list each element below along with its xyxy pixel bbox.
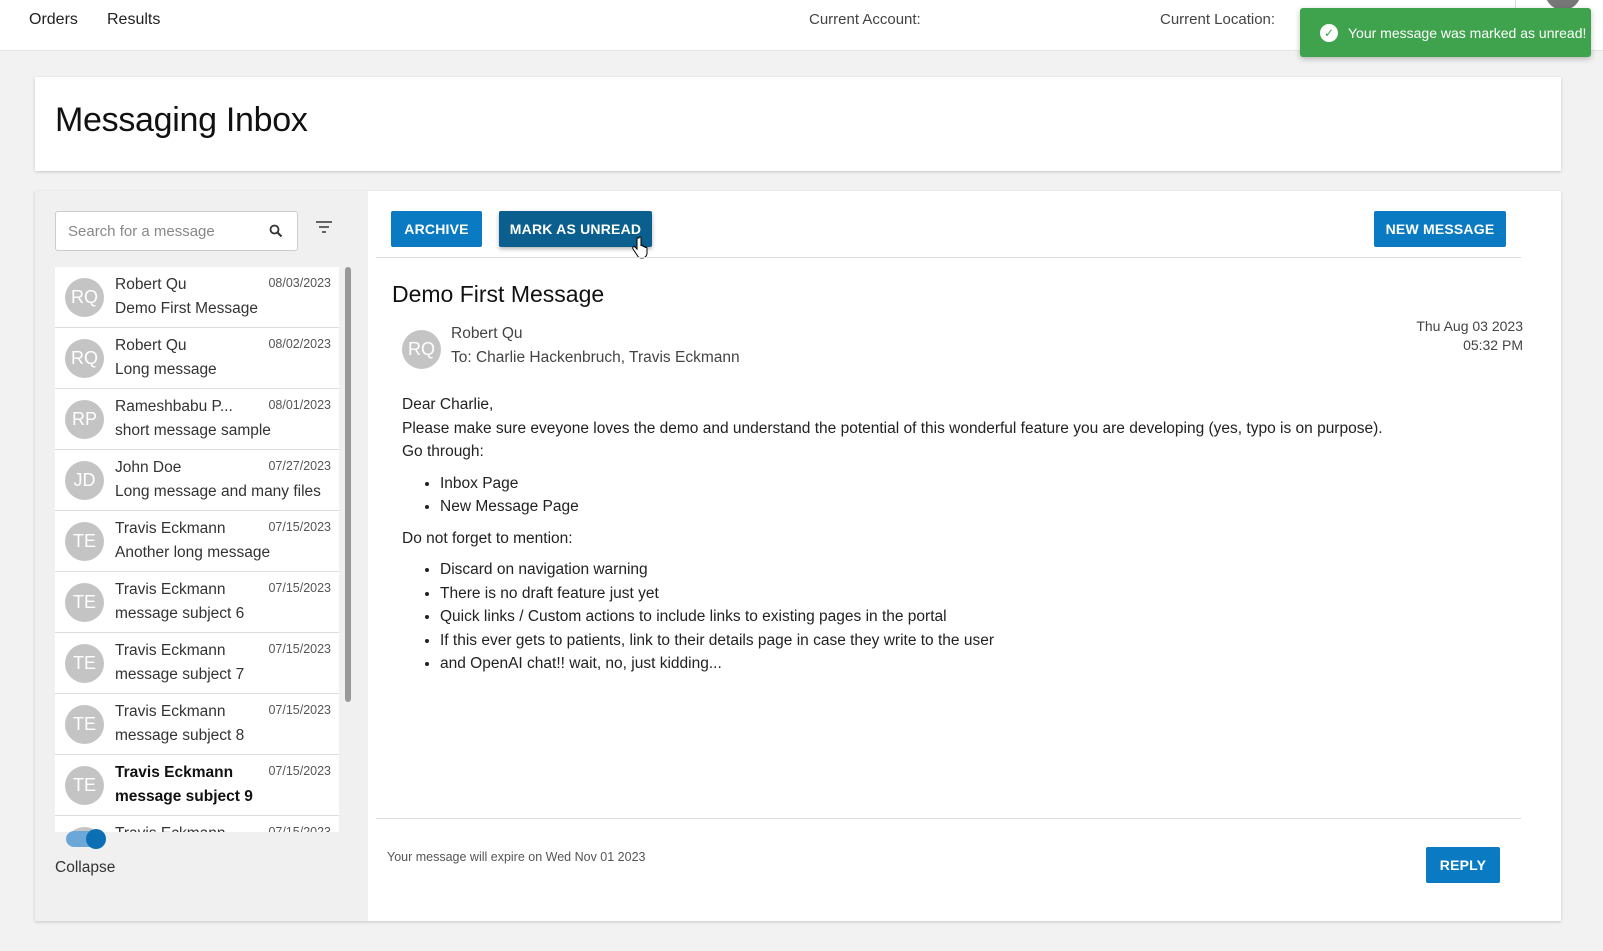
body-list: Discard on navigation warning There is n… — [440, 558, 1512, 676]
list-item: Quick links / Custom actions to include … — [440, 605, 1512, 629]
avatar: TE — [65, 522, 104, 561]
avatar: TE — [65, 705, 104, 744]
list-item: Discard on navigation warning — [440, 558, 1512, 582]
message-sender: Robert Qu — [115, 276, 187, 293]
message-sender: Travis Eckmann — [115, 581, 226, 598]
nav-orders-link[interactable]: Orders — [29, 11, 78, 29]
message-list-item[interactable]: RP Rameshbabu P... 08/01/2023 short message… — [55, 389, 339, 450]
collapse-label: Collapse — [55, 859, 116, 876]
message-detail: ARCHIVE MARK AS UNREAD NEW MESSAGE Demo … — [368, 191, 1561, 921]
expire-text: Your message will expire on Wed Nov 01 2… — [387, 850, 646, 864]
message-date: Thu Aug 03 2023 05:32 PM — [1416, 317, 1523, 355]
message-subject: Demo First Message — [115, 300, 258, 317]
message-list-item[interactable]: RQ Robert Qu 08/03/2023 Demo First Message — [55, 267, 339, 328]
header-card: Messaging Inbox — [35, 77, 1561, 171]
search-box — [55, 211, 298, 251]
body-line: Go through: — [402, 443, 484, 460]
page-title: Messaging Inbox — [55, 101, 308, 139]
message-date: 07/15/2023 — [268, 520, 331, 534]
body-greeting: Dear Charlie, — [402, 396, 494, 413]
message-date-day: Thu Aug 03 2023 — [1416, 318, 1523, 334]
collapse-toggle[interactable] — [66, 829, 106, 849]
toast-text: Your message was marked as unread! — [1348, 24, 1587, 41]
avatar: TE — [65, 766, 104, 805]
body-line: Please make sure eveyone loves the demo … — [402, 419, 1383, 437]
message-list-item[interactable]: RQ Robert Qu 08/02/2023 Long message — [55, 328, 339, 389]
message-date: 07/27/2023 — [268, 459, 331, 473]
message-sender: Robert Qu — [115, 337, 187, 354]
message-subject: message subject 9 — [115, 788, 253, 805]
recipients: To: Charlie Hackenbruch, Travis Eckmann — [451, 349, 740, 366]
reply-button[interactable]: REPLY — [1426, 847, 1500, 883]
toast-notification: ✓ Your message was marked as unread! — [1300, 8, 1591, 57]
message-subject: Long message and many files — [115, 483, 321, 500]
sender-name: Robert Qu — [451, 325, 523, 342]
message-subject: Another long message — [115, 544, 271, 561]
message-title: Demo First Message — [392, 281, 605, 307]
avatar: RP — [65, 400, 104, 439]
message-list-item[interactable]: TE Travis Eckmann 07/15/2023 message subjec… — [55, 694, 339, 755]
avatar: JD — [65, 461, 104, 500]
message-list-scrollbar[interactable] — [345, 267, 351, 702]
avatar: TE — [65, 644, 104, 683]
message-subject: message subject 6 — [115, 605, 245, 622]
current-location-label: Current Location: — [1160, 11, 1276, 28]
sender-avatar: RQ — [402, 330, 441, 369]
message-sender: Travis Eckmann — [115, 764, 234, 781]
message-sender: John Doe — [115, 459, 182, 476]
message-sender: Travis Eckmann — [115, 520, 226, 537]
message-date: 07/15/2023 — [268, 703, 331, 717]
message-list-item[interactable]: TE Travis Eckmann 07/15/2023 message subjec… — [55, 755, 339, 816]
list-item: New Message Page — [440, 495, 1512, 519]
message-sender: Travis Eckmann — [115, 642, 226, 659]
message-date: 07/15/2023 — [268, 825, 331, 832]
message-date: 07/15/2023 — [268, 581, 331, 595]
message-date: 08/03/2023 — [268, 276, 331, 290]
message-date: 07/15/2023 — [268, 642, 331, 656]
footer-divider — [376, 818, 1521, 819]
list-item: If this ever gets to patients, link to t… — [440, 629, 1512, 653]
archive-button[interactable]: ARCHIVE — [391, 211, 482, 247]
message-subject: short message sample — [115, 422, 271, 439]
message-list-item[interactable]: JD John Doe 07/27/2023 Long message and man… — [55, 450, 339, 511]
mark-as-unread-button[interactable]: MARK AS UNREAD — [499, 211, 652, 247]
search-input[interactable] — [68, 221, 258, 241]
body-list: Inbox Page New Message Page — [440, 472, 1512, 519]
message-date: 07/15/2023 — [268, 764, 331, 778]
toolbar-divider — [376, 257, 1521, 258]
message-body: Dear Charlie, Please make sure eveyone l… — [402, 393, 1512, 684]
list-item: There is no draft feature just yet — [440, 582, 1512, 606]
avatar: RQ — [65, 339, 104, 378]
message-sender: Travis Eckmann — [115, 825, 255, 832]
filter-icon[interactable] — [314, 219, 334, 235]
message-date: 08/01/2023 — [268, 398, 331, 412]
message-list-item[interactable]: TE Travis Eckmann 07/15/2023 message subjec… — [55, 572, 339, 633]
message-subject: Long message — [115, 361, 217, 378]
new-message-button[interactable]: NEW MESSAGE — [1374, 211, 1506, 247]
body-line: Do not forget to mention: — [402, 529, 573, 547]
list-item: Inbox Page — [440, 472, 1512, 496]
inbox-card: RQRobert Qu08/03/2023Demo First MessageR… — [35, 191, 1561, 921]
current-account-label: Current Account: — [809, 11, 921, 28]
message-sender: Travis Eckmann — [115, 703, 226, 720]
message-subject: message subject 8 — [115, 727, 245, 744]
search-icon[interactable] — [269, 224, 283, 238]
nav-results-link[interactable]: Results — [107, 11, 160, 29]
check-circle-icon: ✓ — [1320, 23, 1338, 42]
list-item: and OpenAI chat!! wait, no, just kidding… — [440, 652, 1512, 676]
message-list-item[interactable]: TE Travis Eckmann 07/15/2023 message subjec… — [55, 633, 339, 694]
avatar: RQ — [65, 278, 104, 317]
message-subject: message subject 7 — [115, 666, 245, 683]
message-sidebar: RQRobert Qu08/03/2023Demo First MessageR… — [35, 191, 368, 921]
message-sender: Rameshbabu P... — [115, 398, 233, 415]
message-list-item[interactable]: TE Travis Eckmann 07/15/2023 Another long m… — [55, 511, 339, 572]
collapse-toggle-knob — [86, 829, 106, 849]
message-date-time: 05:32 PM — [1463, 337, 1523, 353]
avatar: TE — [65, 583, 104, 622]
message-date: 08/02/2023 — [268, 337, 331, 351]
message-list: RQ Robert Qu 08/03/2023 Demo First Message R… — [55, 267, 345, 832]
